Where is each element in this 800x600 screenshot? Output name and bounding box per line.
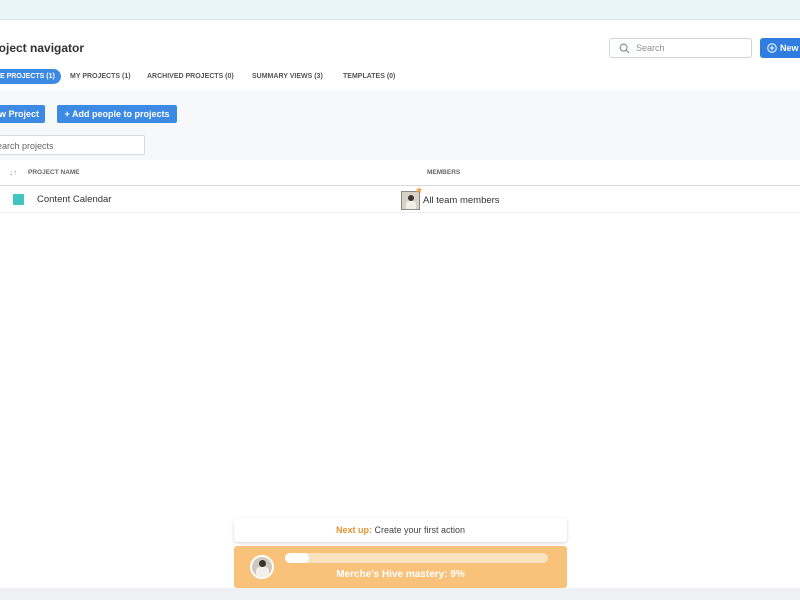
next-up-value: Create your first action	[374, 525, 466, 535]
project-search-input[interactable]	[0, 139, 137, 152]
project-name[interactable]: Content Calendar	[37, 194, 111, 205]
next-up-card[interactable]: Next up: Create your first action	[234, 518, 567, 542]
mastery-card[interactable]: Merche's Hive mastery: 9%	[234, 546, 567, 588]
add-people-button[interactable]: + Add people to projects	[57, 105, 177, 123]
toolbar-area: w Project + Add people to projects	[0, 90, 800, 160]
column-project-name[interactable]: PROJECT NAME	[28, 169, 80, 176]
new-button-label: New	[780, 43, 799, 53]
project-tabs: E PROJECTS (1) MY PROJECTS (1) ARCHIVED …	[0, 66, 800, 88]
mastery-progress-fill	[285, 553, 309, 563]
bottom-bar	[0, 588, 800, 600]
tab-my-projects[interactable]: MY PROJECTS (1)	[70, 70, 131, 84]
star-icon: ★	[415, 185, 424, 195]
tab-summary-views[interactable]: SUMMARY VIEWS (3)	[252, 70, 323, 84]
mastery-text: Merche's Hive mastery: 9%	[336, 569, 465, 580]
plus-circle-icon	[767, 43, 777, 53]
top-banner	[0, 0, 800, 20]
mastery-progress-bar	[285, 553, 548, 563]
tab-templates[interactable]: TEMPLATES (0)	[343, 70, 395, 84]
global-search[interactable]	[609, 38, 752, 58]
project-color-swatch	[13, 194, 24, 205]
table-row[interactable]: Content Calendar ★ All team members	[0, 186, 800, 213]
search-icon	[619, 43, 630, 54]
tab-active-projects[interactable]: E PROJECTS (1)	[0, 69, 61, 84]
next-up-label: Next up:	[335, 525, 372, 535]
new-button[interactable]: New	[760, 38, 800, 58]
new-project-button[interactable]: w Project	[0, 105, 45, 123]
project-members: All team members	[423, 195, 500, 206]
column-members: MEMBERS	[427, 169, 461, 176]
tab-archived-projects[interactable]: ARCHIVED PROJECTS (0)	[147, 70, 234, 84]
page-title: roject navigator	[0, 41, 85, 55]
sort-icon[interactable]: ↓↑	[9, 168, 17, 177]
project-search[interactable]	[0, 135, 145, 155]
global-search-input[interactable]	[636, 41, 746, 55]
table-header: ↓↑ PROJECT NAME MEMBERS	[0, 160, 800, 186]
